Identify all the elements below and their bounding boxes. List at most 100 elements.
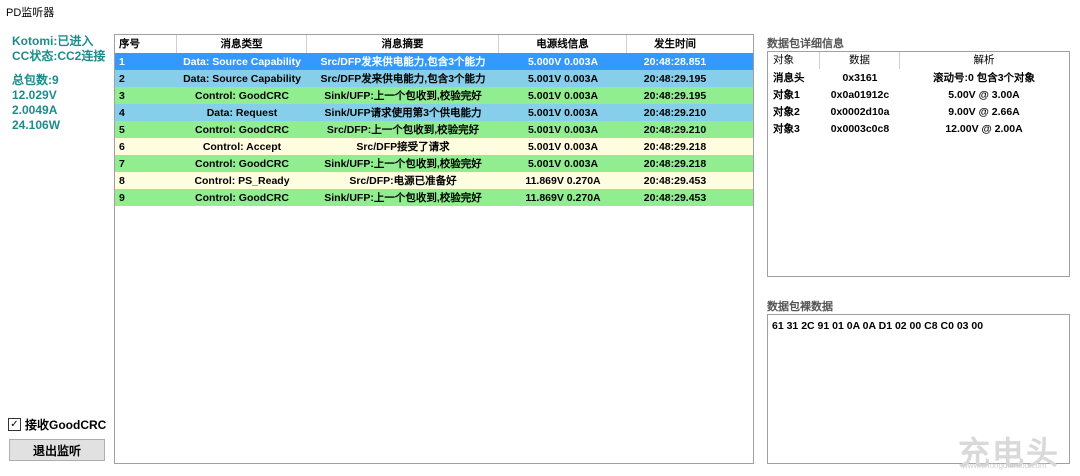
row-type: Control: GoodCRC	[195, 89, 289, 102]
goodcrc-label: 接收GoodCRC	[25, 418, 107, 432]
row-time: 20:48:29.218	[643, 140, 707, 153]
column-header-power[interactable]: 电源线信息	[499, 35, 627, 53]
detail-body: 消息头 0x3161 滚动号:0 包含3个对象对象1 0x0a01912c 5.00V …	[768, 69, 1069, 137]
row-time: 20:48:29.195	[643, 72, 707, 85]
table-row[interactable]: 5 Control: GoodCRC Src/DFP:上一个包收到,校验完好 5.00…	[115, 121, 753, 138]
table-row[interactable]: 6 Control: Accept Src/DFP接受了请求 5.001V 0.003…	[115, 138, 753, 155]
row-time: 20:48:29.210	[643, 123, 707, 136]
row-power: 5.000V 0.003A	[527, 55, 599, 68]
message-table[interactable]: 序号 消息类型 消息摘要 电源线信息 发生时间 1 Data: Source Ca…	[114, 34, 754, 464]
row-type: Control: GoodCRC	[195, 123, 289, 136]
table-body: 1 Data: Source Capability Src/DFP发来供电能力,包含…	[115, 53, 753, 206]
row-type: Data: Source Capability	[183, 72, 301, 85]
detail-object: 消息头	[773, 72, 805, 84]
row-power: 5.001V 0.003A	[527, 89, 599, 102]
row-index: 8	[119, 174, 125, 187]
detail-parse: 滚动号:0 包含3个对象	[932, 72, 1036, 84]
row-index: 1	[119, 55, 125, 68]
row-type: Data: Source Capability	[183, 55, 301, 68]
row-type: Control: GoodCRC	[195, 157, 289, 170]
table-row[interactable]: 9 Control: GoodCRC Sink/UFP:上一个包收到,校验完好 11.…	[115, 189, 753, 206]
row-power: 5.001V 0.003A	[527, 72, 599, 85]
row-summary: Src/DFP:电源已准备好	[349, 175, 457, 187]
row-summary: Src/DFP接受了请求	[356, 141, 450, 153]
goodcrc-checkbox[interactable]: ✓ 接收GoodCRC	[8, 416, 106, 433]
detail-object: 对象1	[773, 89, 800, 101]
voltage-readout: 12.029V	[12, 88, 57, 102]
row-index: 3	[119, 89, 125, 102]
column-header-index[interactable]: 序号	[115, 35, 177, 53]
device-status: Kotomi:已进入	[12, 34, 94, 48]
table-row[interactable]: 8 Control: PS_Ready Src/DFP:电源已准备好 11.869V …	[115, 172, 753, 189]
detail-object: 对象2	[773, 106, 800, 118]
row-summary: Src/DFP:上一个包收到,校验完好	[326, 124, 480, 136]
row-time: 20:48:29.218	[643, 157, 707, 170]
status-panel: Kotomi:已进入 CC状态:CC2连接 总包数:9 12.029V 2.00…	[12, 34, 105, 133]
row-time: 20:48:29.453	[643, 191, 707, 204]
detail-header: 对象 数据 解析	[768, 52, 1069, 69]
cc-state: CC状态:CC2连接	[12, 49, 106, 63]
row-summary: Src/DFP发来供电能力,包含3个能力	[320, 56, 486, 68]
column-header-time[interactable]: 发生时间	[627, 35, 723, 53]
detail-data: 0x0a01912c	[830, 88, 890, 101]
detail-object: 对象3	[773, 123, 800, 135]
checkbox-check-icon[interactable]: ✓	[8, 418, 21, 431]
current-readout: 2.0049A	[12, 103, 58, 117]
row-summary: Src/DFP发来供电能力,包含3个能力	[320, 73, 486, 85]
detail-parse: 9.00V @ 2.66A	[948, 105, 1020, 118]
row-time: 20:48:29.210	[643, 106, 707, 119]
detail-data: 0x0002d10a	[830, 105, 890, 118]
row-index: 5	[119, 123, 125, 136]
power-readout: 24.106W	[12, 118, 61, 132]
row-type: Control: GoodCRC	[195, 191, 289, 204]
detail-parse: 12.00V @ 2.00A	[945, 122, 1023, 135]
row-type: Control: Accept	[202, 140, 282, 153]
row-index: 7	[119, 157, 125, 170]
row-time: 20:48:29.195	[643, 89, 707, 102]
raw-title: 数据包裸数据	[767, 301, 833, 313]
table-row[interactable]: 4 Data: Request Sink/UFP请求使用第3个供电能力 5.001V …	[115, 104, 753, 121]
row-power: 5.001V 0.003A	[527, 157, 599, 170]
row-type: Data: Request	[206, 106, 278, 119]
detail-data: 0x3161	[842, 71, 878, 84]
row-summary: Sink/UFP:上一个包收到,校验完好	[324, 192, 482, 204]
row-index: 6	[119, 140, 125, 153]
table-row[interactable]: 1 Data: Source Capability Src/DFP发来供电能力,包含…	[115, 53, 753, 70]
watermark-url: www.chongdiantou.com	[962, 461, 1047, 470]
detail-column-parse[interactable]: 解析	[900, 52, 1068, 69]
row-power: 5.001V 0.003A	[527, 140, 599, 153]
row-power: 5.001V 0.003A	[527, 106, 599, 119]
table-row[interactable]: 2 Data: Source Capability Src/DFP发来供电能力,包含…	[115, 70, 753, 87]
row-type: Control: PS_Ready	[194, 174, 290, 187]
detail-row[interactable]: 消息头 0x3161 滚动号:0 包含3个对象	[768, 69, 1069, 86]
detail-column-object[interactable]: 对象	[768, 52, 820, 69]
detail-row[interactable]: 对象1 0x0a01912c 5.00V @ 3.00A	[768, 86, 1069, 103]
table-header: 序号 消息类型 消息摘要 电源线信息 发生时间	[115, 35, 753, 53]
detail-data: 0x0003c0c8	[830, 122, 890, 135]
detail-table[interactable]: 对象 数据 解析 消息头 0x3161 滚动号:0 包含3个对象对象1 0x0a019…	[767, 51, 1070, 277]
detail-title: 数据包详细信息	[767, 38, 844, 50]
column-header-summary[interactable]: 消息摘要	[307, 35, 499, 53]
raw-bytes: 61 31 2C 91 01 0A 0A D1 02 00 C8 C0 03 0…	[772, 320, 984, 332]
detail-parse: 5.00V @ 3.00A	[948, 88, 1020, 101]
row-index: 9	[119, 191, 125, 204]
row-power: 11.869V 0.270A	[525, 174, 601, 187]
row-summary: Sink/UFP请求使用第3个供电能力	[324, 107, 482, 119]
row-index: 4	[119, 106, 125, 119]
row-summary: Sink/UFP:上一个包收到,校验完好	[324, 90, 482, 102]
exit-monitor-button[interactable]: 退出监听	[9, 439, 105, 461]
row-time: 20:48:28.851	[643, 55, 707, 68]
row-time: 20:48:29.453	[643, 174, 707, 187]
table-row[interactable]: 7 Control: GoodCRC Sink/UFP:上一个包收到,校验完好 5.0…	[115, 155, 753, 172]
window-title: PD监听器	[6, 7, 55, 19]
detail-row[interactable]: 对象2 0x0002d10a 9.00V @ 2.66A	[768, 103, 1069, 120]
detail-row[interactable]: 对象3 0x0003c0c8 12.00V @ 2.00A	[768, 120, 1069, 137]
row-summary: Sink/UFP:上一个包收到,校验完好	[324, 158, 482, 170]
table-row[interactable]: 3 Control: GoodCRC Sink/UFP:上一个包收到,校验完好 5.0…	[115, 87, 753, 104]
detail-column-data[interactable]: 数据	[820, 52, 900, 69]
title-bar: PD监听器	[0, 0, 1080, 22]
packet-count: 总包数:9	[12, 73, 59, 87]
column-header-type[interactable]: 消息类型	[177, 35, 307, 53]
row-power: 11.869V 0.270A	[525, 191, 601, 204]
row-power: 5.001V 0.003A	[527, 123, 599, 136]
